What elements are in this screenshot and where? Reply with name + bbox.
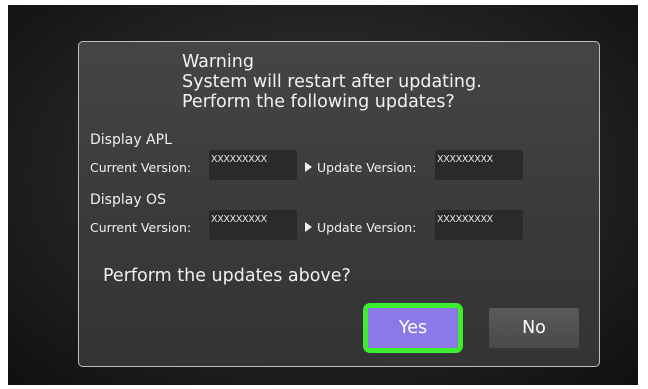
display-apl-section: Display APL Current Version: XXXXXXXXX U… (90, 132, 523, 180)
confirm-question: Perform the updates above? (103, 266, 351, 286)
screen-background: Warning System will restart after updati… (8, 5, 638, 385)
display-os-section: Display OS Current Version: XXXXXXXXX Up… (90, 192, 523, 240)
update-version-label: Update Version: (317, 160, 417, 175)
current-version-label: Current Version: (90, 220, 192, 235)
current-version-label: Current Version: (90, 160, 192, 175)
dialog-title: Warning System will restart after updati… (182, 52, 482, 112)
no-button[interactable]: No (489, 308, 579, 348)
update-dialog: Warning System will restart after updati… (78, 41, 600, 367)
section-label: Display APL (90, 132, 172, 148)
version-row: Current Version: XXXXXXXXX Update Versio… (90, 210, 523, 240)
restart-notice: System will restart after updating. (182, 72, 482, 92)
play-arrow-icon (305, 162, 312, 172)
update-version-box: XXXXXXXXX (435, 210, 523, 240)
play-arrow-icon (305, 222, 312, 232)
current-version-box: XXXXXXXXX (209, 210, 297, 240)
current-version-box: XXXXXXXXX (209, 150, 297, 180)
current-version-value: XXXXXXXXX (211, 214, 267, 225)
update-version-value: XXXXXXXXX (437, 214, 493, 225)
update-version-box: XXXXXXXXX (435, 150, 523, 180)
version-row: Current Version: XXXXXXXXX Update Versio… (90, 150, 523, 180)
warning-title: Warning (182, 52, 254, 72)
perform-updates-prompt: Perform the following updates? (182, 92, 455, 112)
update-version-label: Update Version: (317, 220, 417, 235)
current-version-value: XXXXXXXXX (211, 154, 267, 165)
section-label: Display OS (90, 192, 166, 208)
yes-button[interactable]: Yes (363, 303, 463, 353)
update-version-value: XXXXXXXXX (437, 154, 493, 165)
